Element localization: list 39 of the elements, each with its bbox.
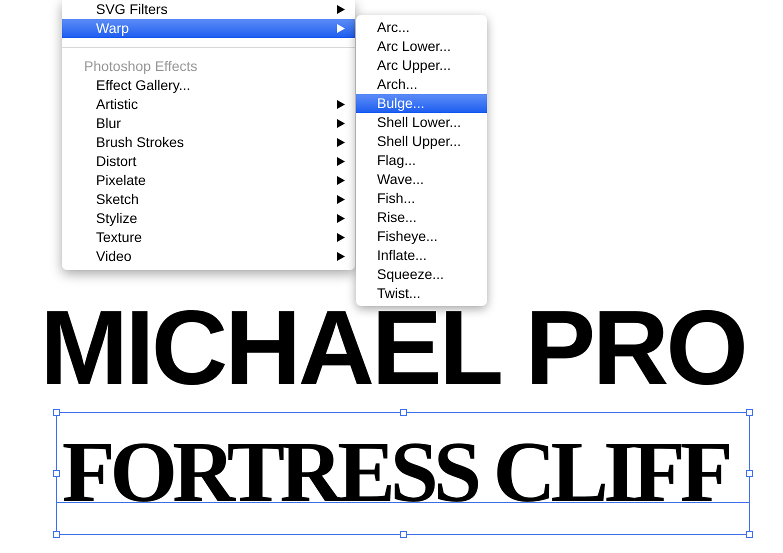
resize-handle[interactable] [746,470,753,477]
menu-section-header: Photoshop Effects [83,57,198,76]
menu-item[interactable]: Effect Gallery... [62,76,355,95]
menu-item[interactable]: Sketch [62,190,355,209]
menu-item[interactable]: Brush Strokes [62,133,355,152]
menu-item[interactable]: Blur [62,114,355,133]
submenu-item[interactable]: Shell Lower... [356,113,487,132]
menu-item[interactable]: Distort [62,152,355,171]
selected-text: FORTRESS CLIFF [62,442,728,503]
submenu-item[interactable]: Arc... [356,18,487,37]
submenu-item[interactable]: Bulge... [356,94,487,113]
submenu-item[interactable]: Fish... [356,189,487,208]
resize-handle[interactable] [400,409,407,416]
submenu-item[interactable]: Arch... [356,75,487,94]
submenu-item[interactable]: Shell Upper... [356,132,487,151]
resize-handle[interactable] [746,409,753,416]
submenu-item[interactable]: Arc Lower... [356,37,487,56]
resize-handle[interactable] [746,531,753,538]
submenu-item[interactable]: Squeeze... [356,265,487,284]
submenu-item[interactable]: Twist... [356,284,487,303]
resize-handle[interactable] [53,531,60,538]
menu-item[interactable]: Video [62,247,355,266]
selection-box[interactable]: FORTRESS CLIFF [56,412,750,535]
resize-handle[interactable] [400,531,407,538]
submenu-item[interactable]: Inflate... [356,246,487,265]
submenu-item[interactable]: Flag... [356,151,487,170]
submenu-item[interactable]: Fisheye... [356,227,487,246]
menu-item[interactable]: Texture [62,228,355,247]
menu-item[interactable]: Pixelate [62,171,355,190]
warped-text: MICHAEL PRO [40,310,746,388]
submenu-item[interactable]: Wave... [356,170,487,189]
menu-item[interactable]: Warp [62,19,355,38]
resize-handle[interactable] [53,409,60,416]
menu-item[interactable]: Artistic [62,95,355,114]
submenu-item[interactable]: Arc Upper... [356,56,487,75]
menu-item[interactable]: SVG Filters [62,0,355,19]
submenu-item[interactable]: Rise... [356,208,487,227]
resize-handle[interactable] [53,470,60,477]
menu-item[interactable]: Stylize [62,209,355,228]
